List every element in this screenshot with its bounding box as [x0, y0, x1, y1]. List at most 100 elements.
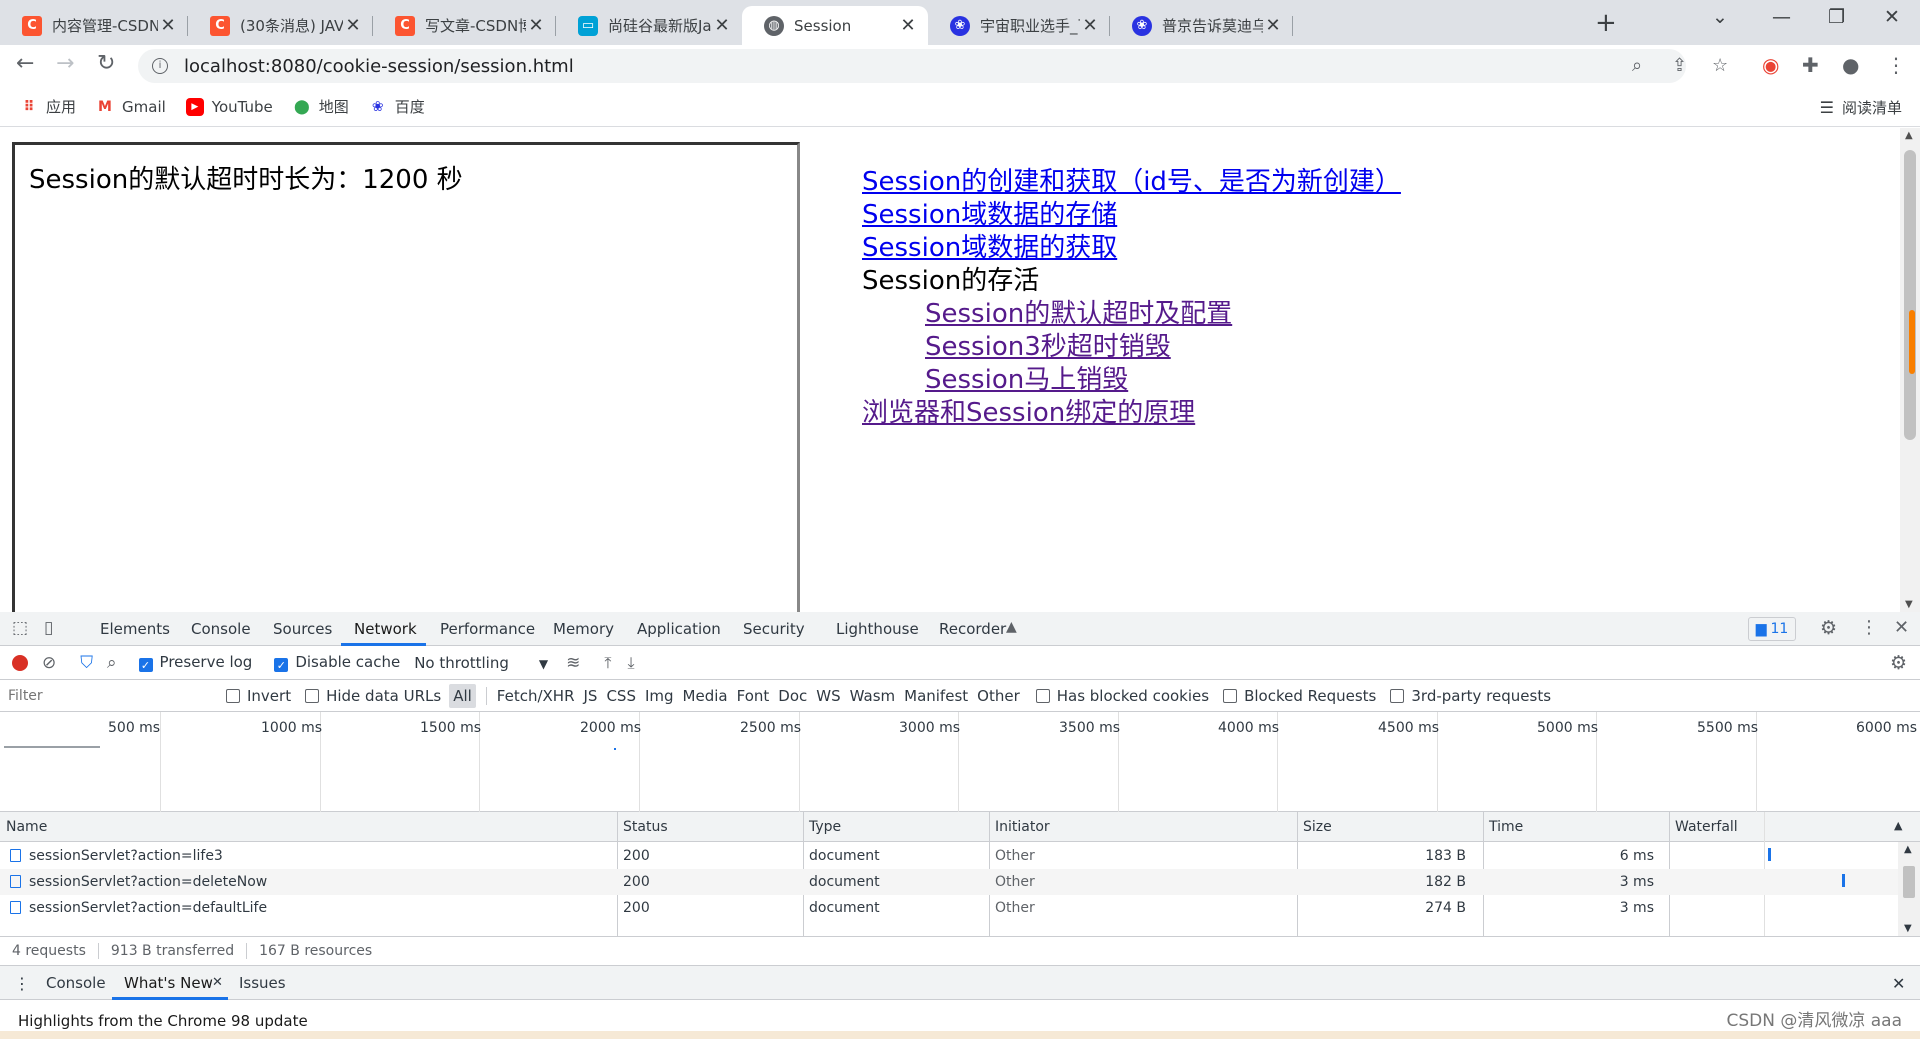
extension-chrome-icon[interactable]: ◉ — [1762, 53, 1779, 77]
tab-recorder[interactable]: Recorder — [939, 620, 1006, 638]
bookmark-youtube[interactable]: ▶ YouTube — [185, 97, 273, 116]
clear-icon[interactable]: ⊘ — [42, 653, 56, 673]
link-browser-session-binding[interactable]: 浏览器和Session绑定的原理 — [862, 397, 1401, 430]
extensions-puzzle-icon[interactable]: ✚ — [1802, 53, 1819, 77]
scroll-up-icon[interactable]: ▲ — [1904, 844, 1912, 855]
tab-csdn-content[interactable]: C 内容管理-CSDN博客 ✕ — [0, 6, 188, 45]
network-conditions-icon[interactable]: ≋ — [566, 653, 580, 673]
table-row[interactable]: sessionServlet?action=life3 200 document… — [0, 843, 1898, 869]
minimize-icon[interactable]: — — [1772, 6, 1791, 28]
throttling-select[interactable]: No throttling ▼ — [414, 654, 548, 672]
bookmark-apps[interactable]: ⠿ 应用 — [20, 96, 76, 117]
link-session-3s-timeout[interactable]: Session3秒超时销毁 — [862, 331, 1401, 364]
tab-session[interactable]: ◍ Session ✕ — [742, 6, 928, 45]
tab-memory[interactable]: Memory — [553, 620, 614, 638]
network-settings-icon[interactable]: ⚙ — [1890, 652, 1907, 674]
type-filter-font[interactable]: Font — [737, 687, 770, 705]
devtools-menu-icon[interactable]: ⋮ — [1860, 617, 1878, 638]
profile-avatar-icon[interactable]: ● — [1842, 53, 1859, 77]
bookmark-maps[interactable]: ⬤ 地图 — [293, 96, 349, 117]
scrollbar-thumb[interactable] — [1904, 150, 1916, 440]
link-session-default-life[interactable]: Session的默认超时及配置 — [862, 298, 1401, 331]
settings-gear-icon[interactable]: ⚙ — [1820, 617, 1837, 639]
type-filter-js[interactable]: JS — [584, 687, 598, 705]
new-tab-icon[interactable]: + — [1595, 8, 1617, 38]
drawer-tab-whats-new[interactable]: What's New — [124, 974, 213, 992]
preserve-log-checkbox[interactable]: ✓ Preserve log — [138, 653, 252, 672]
bookmark-baidu[interactable]: ❀ 百度 — [369, 96, 425, 117]
tab-baidu-1[interactable]: ❀ 宇宙职业选手_百度搜 ✕ — [928, 6, 1110, 45]
window-close-icon[interactable]: ✕ — [1884, 6, 1900, 28]
drawer-close-icon[interactable]: ✕ — [1892, 974, 1905, 993]
third-party-checkbox[interactable]: 3rd-party requests — [1390, 687, 1551, 705]
forward-icon[interactable]: → — [56, 51, 74, 76]
site-info-icon[interactable]: i — [152, 58, 168, 74]
close-icon[interactable]: ✕ — [212, 975, 223, 990]
type-filter-manifest[interactable]: Manifest — [904, 687, 968, 705]
col-status[interactable]: Status — [623, 819, 668, 835]
table-row[interactable]: sessionServlet?action=defaultLife 200 do… — [0, 895, 1898, 921]
type-filter-all[interactable]: All — [449, 683, 476, 708]
reload-icon[interactable]: ↻ — [97, 51, 115, 76]
export-har-icon[interactable]: ⤓ — [627, 653, 634, 673]
scroll-down-icon[interactable]: ▼ — [1904, 923, 1912, 934]
zoom-icon[interactable]: ⌕ — [1632, 55, 1642, 76]
restore-icon[interactable]: ❐ — [1828, 6, 1845, 28]
col-initiator[interactable]: Initiator — [995, 819, 1050, 835]
invert-checkbox[interactable]: Invert — [226, 687, 291, 705]
close-icon[interactable]: ✕ — [1263, 15, 1283, 36]
import-har-icon[interactable]: ⤒ — [604, 653, 611, 673]
url-text[interactable]: localhost:8080/cookie-session/session.ht… — [184, 56, 574, 77]
tab-csdn-messages[interactable]: C (30条消息) JAVAWEB ✕ — [188, 6, 373, 45]
tab-network[interactable]: Network — [354, 620, 417, 638]
type-filter-other[interactable]: Other — [977, 687, 1020, 705]
inspect-element-icon[interactable]: ⬚ — [12, 618, 28, 638]
share-icon[interactable]: ⇪ — [1672, 55, 1687, 76]
hide-data-urls-checkbox[interactable]: Hide data URLs — [305, 687, 441, 705]
devtools-close-icon[interactable]: ✕ — [1894, 617, 1909, 638]
disable-cache-checkbox[interactable]: ✓ Disable cache — [274, 653, 400, 672]
tab-csdn-write[interactable]: C 写文章-CSDN博客 ✕ — [373, 6, 556, 45]
device-toggle-icon[interactable]: ▯ — [44, 618, 53, 638]
issues-badge[interactable]: ▆ 11 — [1748, 617, 1796, 641]
type-filter-wasm[interactable]: Wasm — [850, 687, 896, 705]
type-filter-img[interactable]: Img — [645, 687, 674, 705]
blocked-cookies-checkbox[interactable]: Has blocked cookies — [1035, 687, 1209, 705]
close-icon[interactable]: ✕ — [343, 15, 363, 36]
tab-lighthouse[interactable]: Lighthouse — [836, 620, 919, 638]
col-waterfall[interactable]: Waterfall — [1675, 819, 1738, 835]
drawer-tab-console[interactable]: Console — [46, 974, 106, 992]
col-time[interactable]: Time — [1489, 819, 1523, 835]
tab-application[interactable]: Application — [637, 620, 721, 638]
table-row[interactable]: sessionServlet?action=deleteNow 200 docu… — [0, 869, 1898, 895]
scroll-up-icon[interactable]: ▲ — [1905, 130, 1913, 141]
tab-bilibili[interactable]: ▭ 尚硅谷最新版JavaWe ✕ — [556, 6, 742, 45]
back-icon[interactable]: ← — [16, 51, 34, 76]
scroll-down-icon[interactable]: ▼ — [1905, 599, 1913, 610]
network-overview-timeline[interactable]: 500 ms 1000 ms 1500 ms 2000 ms 2500 ms 3… — [0, 712, 1920, 812]
type-filter-media[interactable]: Media — [683, 687, 728, 705]
link-session-get-attribute[interactable]: Session域数据的获取 — [862, 232, 1401, 265]
tab-security[interactable]: Security — [743, 620, 805, 638]
tab-console[interactable]: Console — [191, 620, 251, 638]
record-icon[interactable] — [12, 654, 28, 671]
tab-sources[interactable]: Sources — [273, 620, 332, 638]
col-size[interactable]: Size — [1303, 819, 1332, 835]
filter-input[interactable] — [4, 684, 210, 707]
bookmark-star-icon[interactable]: ☆ — [1712, 55, 1728, 76]
tab-elements[interactable]: Elements — [100, 620, 170, 638]
type-filter-ws[interactable]: WS — [816, 687, 840, 705]
close-icon[interactable]: ✕ — [898, 15, 918, 36]
close-icon[interactable]: ✕ — [526, 15, 546, 36]
type-filter-fetch-xhr[interactable]: Fetch/XHR — [497, 687, 575, 705]
drawer-menu-icon[interactable]: ⋮ — [14, 974, 30, 993]
tab-search-icon[interactable]: ⌄ — [1712, 6, 1728, 28]
sort-up-icon[interactable]: ▲ — [1894, 819, 1902, 832]
tab-performance[interactable]: Performance — [440, 620, 535, 638]
close-icon[interactable]: ✕ — [158, 15, 178, 36]
reading-list-button[interactable]: ☰ 阅读清单 — [1820, 97, 1902, 118]
table-scrollbar[interactable]: ▲ ▼ — [1898, 842, 1920, 936]
col-type[interactable]: Type — [809, 819, 841, 835]
close-icon[interactable]: ✕ — [1080, 15, 1100, 36]
scrollbar-thumb[interactable] — [1903, 866, 1915, 898]
